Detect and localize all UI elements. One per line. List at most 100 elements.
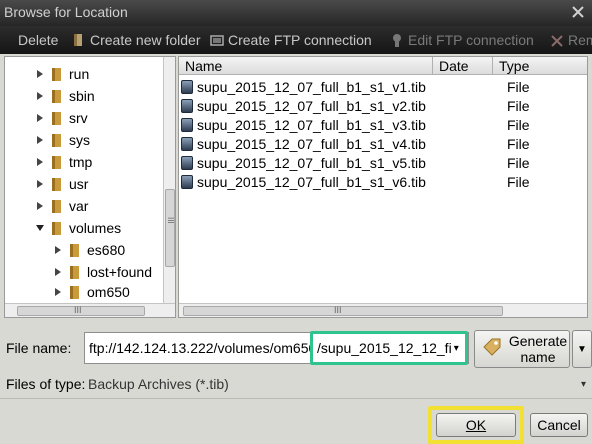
new-folder-icon	[72, 32, 86, 48]
folder-icon	[52, 178, 61, 191]
toolbar: Delete Create new folder Create FTP conn…	[0, 26, 592, 54]
divider	[0, 398, 592, 399]
tree-item-run[interactable]: run	[35, 63, 89, 85]
edit-connection-icon	[390, 32, 404, 48]
ftp-connection-icon	[210, 32, 224, 48]
tree-vertical-scroll-thumb[interactable]	[165, 189, 175, 267]
file-row[interactable]: supu_2015_12_07_full_b1_s1_v2.tib File	[181, 96, 585, 115]
tree-item-label: tmp	[69, 154, 93, 170]
folder-icon	[52, 134, 61, 147]
folder-icon	[52, 200, 61, 213]
cancel-label: Cancel	[537, 417, 581, 433]
expand-arrow-icon[interactable]	[35, 91, 45, 101]
file-type-cell: File	[507, 78, 530, 95]
tree-item-sys[interactable]: sys	[35, 129, 90, 151]
create-folder-button[interactable]: Create new folder	[72, 32, 201, 48]
archive-file-icon	[181, 117, 193, 132]
folder-icon	[52, 112, 61, 125]
tree-item-label: om650	[87, 284, 130, 300]
create-folder-label: Create new folder	[90, 32, 201, 48]
file-row[interactable]: supu_2015_12_07_full_b1_s1_v3.tib File	[181, 115, 585, 134]
tree-item-volumes[interactable]: volumes	[35, 217, 121, 239]
column-header-type[interactable]: Type	[493, 57, 587, 75]
archive-file-icon	[181, 98, 193, 113]
expand-arrow-icon[interactable]	[35, 113, 45, 123]
generate-name-button[interactable]: Generate name	[474, 330, 570, 368]
chevron-down-icon: ▾	[580, 378, 586, 390]
remove-button[interactable]: Rem	[550, 32, 592, 48]
file-row[interactable]: supu_2015_12_07_full_b1_s1_v4.tib File	[181, 134, 585, 153]
file-name-cell: supu_2015_12_07_full_b1_s1_v5.tib	[197, 154, 426, 171]
list-horizontal-scroll-thumb[interactable]: III	[183, 305, 503, 316]
file-name-cell: supu_2015_12_07_full_b1_s1_v2.tib	[197, 97, 426, 114]
tree-horizontal-scrollbar[interactable]: III	[5, 303, 175, 317]
file-row[interactable]: supu_2015_12_07_full_b1_s1_v6.tib File	[181, 172, 585, 191]
file-name-label: File name:	[6, 340, 72, 356]
list-horizontal-scrollbar[interactable]: III	[179, 303, 587, 317]
edit-ftp-button[interactable]: Edit FTP connection	[390, 32, 534, 48]
window-title: Browse for Location	[4, 4, 128, 20]
tree-item-label: usr	[69, 176, 89, 192]
tree-item-sbin[interactable]: sbin	[35, 85, 95, 107]
expand-arrow-icon[interactable]	[53, 267, 63, 277]
column-header-name[interactable]: Name	[179, 57, 433, 75]
expand-arrow-icon[interactable]	[35, 179, 45, 189]
files-of-type-select[interactable]: Backup Archives (*.tib) ▾	[84, 374, 590, 394]
file-type-cell: File	[507, 154, 530, 171]
title-bar: Browse for Location	[0, 0, 592, 26]
tree-item-label: var	[69, 198, 89, 214]
file-name-cell: supu_2015_12_07_full_b1_s1_v4.tib	[197, 135, 426, 152]
remove-label: Rem	[568, 32, 592, 48]
folder-icon	[70, 266, 79, 279]
tree-item-usr[interactable]: usr	[35, 173, 88, 195]
tag-icon	[481, 336, 507, 362]
delete-label: Delete	[18, 32, 59, 48]
file-row[interactable]: supu_2015_12_07_full_b1_s1_v5.tib File	[181, 153, 585, 172]
delete-button[interactable]: Delete	[18, 32, 58, 48]
folder-icon	[70, 244, 79, 257]
column-header-date[interactable]: Date	[433, 57, 493, 75]
archive-file-icon	[181, 136, 193, 151]
tree-item-lost-found[interactable]: lost+found	[53, 261, 152, 283]
cancel-button[interactable]: Cancel	[530, 413, 588, 437]
folder-icon	[52, 90, 61, 103]
expand-arrow-icon[interactable]	[35, 157, 45, 167]
chevron-down-icon: ▼	[577, 343, 587, 355]
expand-arrow-icon[interactable]	[35, 201, 45, 211]
archive-file-icon	[181, 174, 193, 189]
generate-name-dropdown[interactable]: ▼	[572, 330, 592, 368]
file-row[interactable]: supu_2015_12_07_full_b1_s1_v1.tib File	[181, 77, 585, 96]
folder-tree[interactable]: run sbin srv sys tmp usr var volumes es6	[4, 56, 176, 318]
file-type-cell: File	[507, 116, 530, 133]
tree-item-label: lost+found	[87, 264, 152, 280]
folder-icon	[70, 286, 79, 299]
tree-item-om650[interactable]: om650	[53, 281, 130, 303]
file-list[interactable]: Name Date Type supu_2015_12_07_full_b1_s…	[178, 56, 588, 318]
tree-item-label: es680	[87, 242, 126, 258]
file-name-highlight-text: /supu_2015_12_12_fi	[317, 340, 452, 356]
file-name-highlighted-segment[interactable]: /supu_2015_12_12_fi ▾	[310, 331, 468, 365]
expand-arrow-icon[interactable]	[35, 69, 45, 79]
collapse-arrow-icon[interactable]	[35, 223, 45, 233]
file-type-cell: File	[507, 97, 530, 114]
tree-vertical-scrollbar[interactable]: III	[163, 57, 175, 303]
tree-item-tmp[interactable]: tmp	[35, 151, 92, 173]
tree-item-label: srv	[69, 110, 88, 126]
tree-item-var[interactable]: var	[35, 195, 88, 217]
expand-arrow-icon[interactable]	[53, 245, 63, 255]
close-icon[interactable]	[570, 2, 586, 22]
tree-item-es680[interactable]: es680	[53, 239, 125, 261]
expand-arrow-icon[interactable]	[53, 287, 63, 297]
tree-item-label: sys	[69, 132, 90, 148]
expand-arrow-icon[interactable]	[35, 135, 45, 145]
generate-name-label: Generate name	[508, 333, 568, 365]
remove-icon	[550, 32, 564, 48]
files-of-type-value: Backup Archives (*.tib)	[88, 376, 229, 392]
create-ftp-label: Create FTP connection	[228, 32, 372, 48]
ok-button[interactable]: OK	[436, 413, 516, 437]
tree-item-label: run	[69, 66, 90, 82]
tree-item-srv[interactable]: srv	[35, 107, 88, 129]
dropdown-arrow-icon[interactable]: ▾	[454, 343, 459, 354]
tree-horizontal-scroll-thumb[interactable]: III	[17, 305, 145, 316]
create-ftp-button[interactable]: Create FTP connection	[210, 32, 372, 48]
